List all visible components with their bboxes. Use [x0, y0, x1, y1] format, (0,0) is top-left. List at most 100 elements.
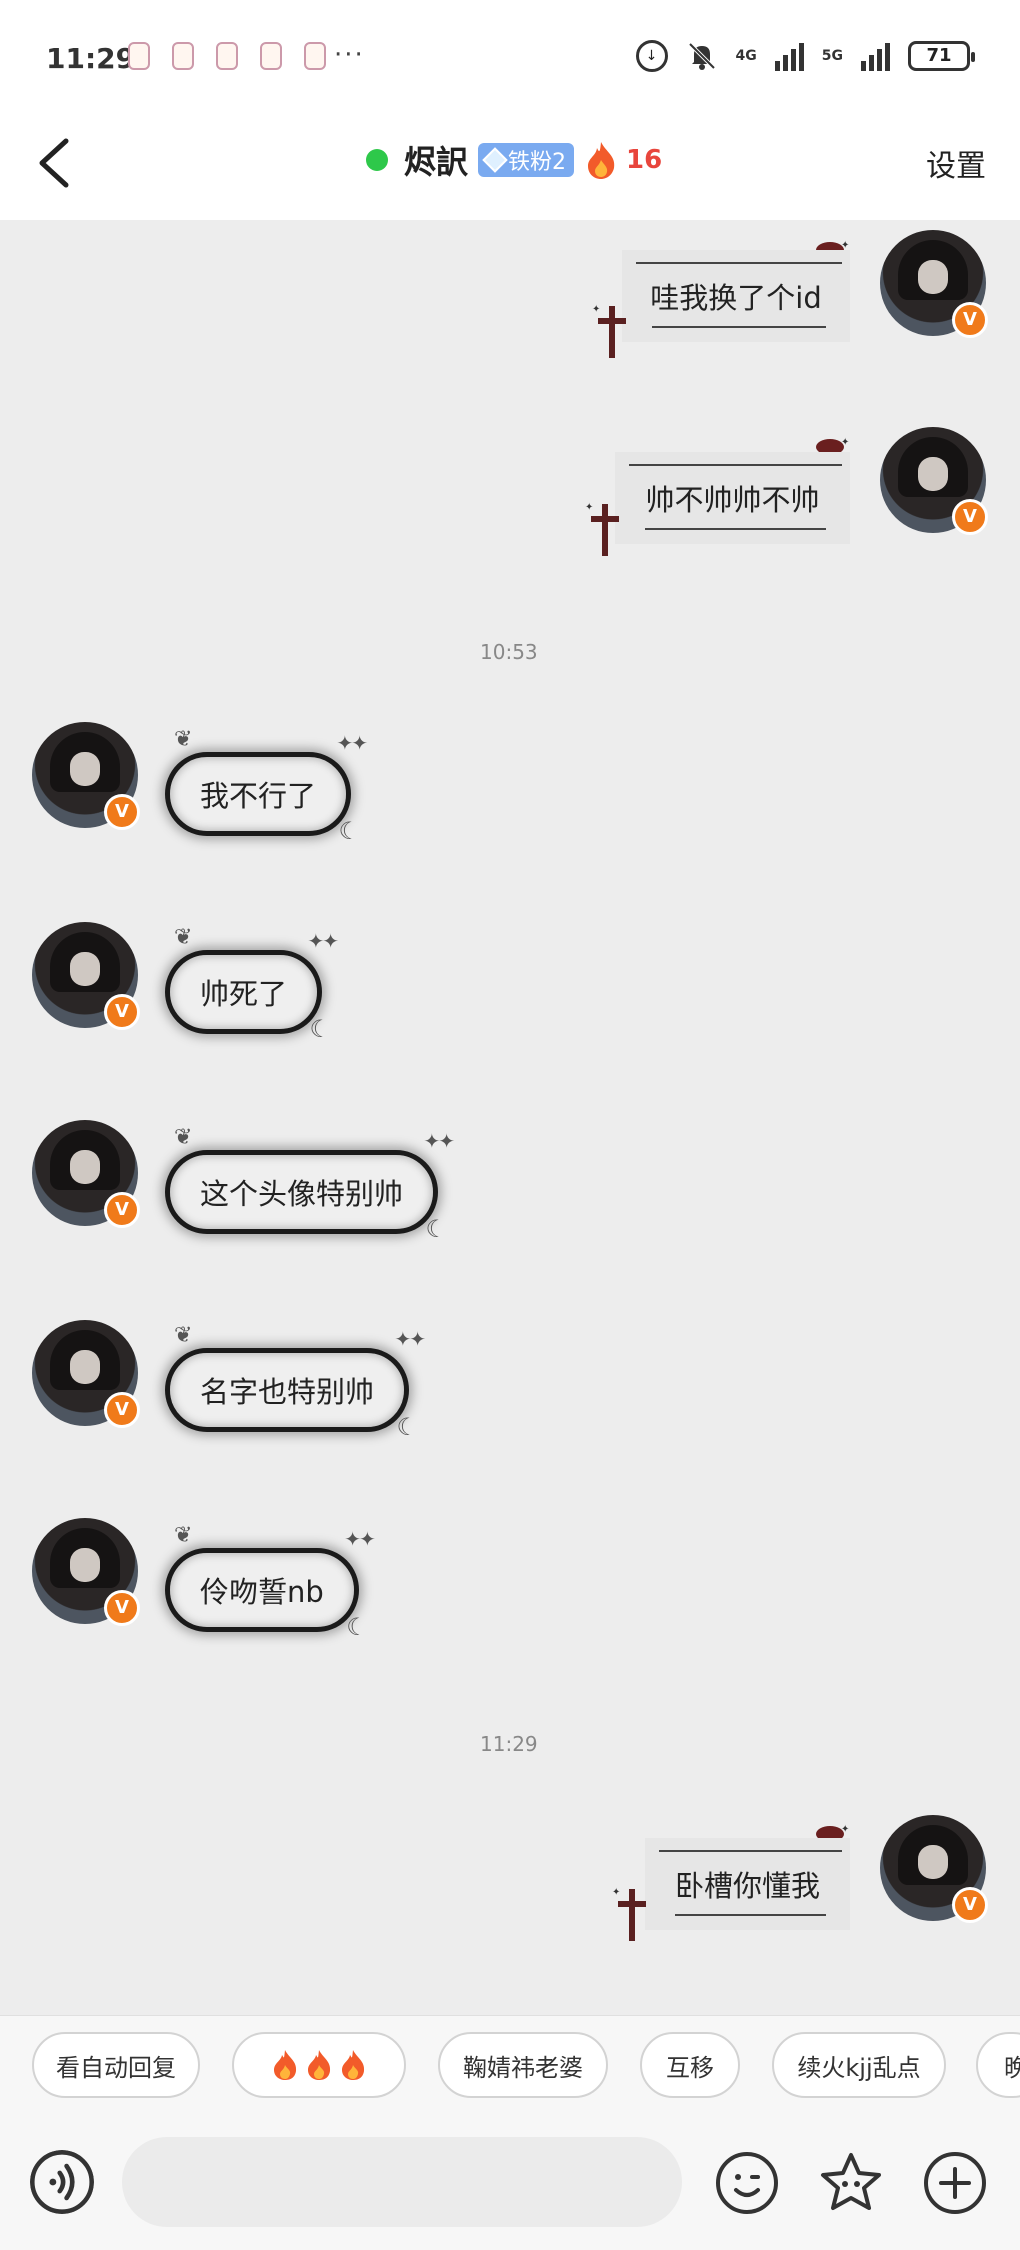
verified-icon: V: [104, 1590, 140, 1626]
emoji-icon[interactable]: [714, 2150, 780, 2216]
message-text: 我不行了: [200, 779, 317, 813]
message-text: 这个头像特别帅: [200, 1177, 404, 1211]
svg-text:✦: ✦: [612, 1887, 620, 1898]
timestamp: 10:53: [480, 640, 538, 664]
fan-level-label: 铁粉2: [508, 150, 567, 175]
svg-text:✦: ✦: [841, 437, 849, 448]
battery-icon: 71: [908, 41, 975, 71]
data-saver-icon: ↓: [635, 40, 668, 72]
back-arrow-icon[interactable]: [30, 133, 90, 193]
message-bubble-incoming[interactable]: ❦ 伶吻誓nb ✦✦ ☾: [165, 1523, 376, 1641]
streak-counter: 16: [584, 140, 662, 180]
quick-reply-bar: 看自动回复 鞠婧祎老婆 互移 续火kjj乱点 晚: [0, 2015, 1020, 2115]
verified-icon: V: [952, 1887, 988, 1923]
chat-title[interactable]: 烬訳 铁粉2 16: [366, 135, 662, 185]
svg-text:✦: ✦: [592, 304, 600, 315]
my-avatar[interactable]: V: [880, 427, 988, 535]
settings-button[interactable]: 设置: [926, 141, 986, 185]
contact-avatar[interactable]: V: [32, 922, 140, 1030]
verified-icon: V: [104, 1192, 140, 1228]
more-notifications-icon: ···: [334, 40, 365, 70]
sparkle-decoration-icon: ✦✦: [336, 731, 368, 755]
contact-avatar[interactable]: V: [32, 722, 140, 830]
verified-icon: V: [104, 794, 140, 830]
sparkle-decoration-icon: ✦✦: [307, 929, 339, 953]
app-notification-icon: [128, 42, 150, 70]
mute-bell-icon: [688, 42, 715, 70]
signal-4g-icon: [774, 41, 804, 71]
fire-count-label: 16: [626, 145, 663, 175]
status-time: 11:29: [46, 42, 136, 75]
cross-decoration-icon: ✦: [592, 304, 626, 358]
voice-input-icon[interactable]: [30, 2150, 94, 2214]
fire-icon: [342, 2050, 365, 2080]
wing-decoration-icon: ❦: [174, 727, 193, 752]
message-bubble-outgoing[interactable]: 卧槽你懂我: [645, 1838, 850, 1930]
sparkle-decoration-icon: ✦✦: [344, 1527, 375, 1551]
fire-icon: [274, 2050, 297, 2080]
app-notification-icon: [216, 42, 238, 70]
contact-avatar[interactable]: V: [32, 1320, 140, 1428]
system-status-icons: ↓ 4G 5G 71: [635, 40, 975, 72]
timestamp: 11:29: [480, 1732, 538, 1756]
cross-decoration-icon: ✦: [585, 502, 619, 556]
input-bar: [0, 2115, 1020, 2250]
quick-reply-chip[interactable]: 晚: [976, 2032, 1020, 2098]
app-notification-icon: [304, 42, 326, 70]
message-text: 哇我换了个id: [650, 281, 822, 315]
message-bubble-outgoing[interactable]: 哇我换了个id: [622, 250, 850, 342]
message-text: 帅不帅帅不帅: [645, 483, 820, 517]
app-notification-icon: [260, 42, 282, 70]
notification-icons: [128, 42, 326, 70]
fan-level-badge: 铁粉2: [478, 143, 575, 177]
my-avatar[interactable]: V: [880, 230, 988, 338]
status-bar: 11:29 ··· ↓ 4G 5G 71: [0, 0, 1020, 115]
message-input[interactable]: [122, 2137, 682, 2227]
sticker-star-icon[interactable]: [818, 2150, 884, 2216]
message-text: 帅死了: [200, 977, 288, 1011]
moon-decoration-icon: ☾: [396, 1413, 419, 1441]
chat-header: 烬訳 铁粉2 16 设置: [0, 115, 1020, 220]
message-bubble-outgoing[interactable]: 帅不帅帅不帅: [615, 452, 850, 544]
moon-decoration-icon: ☾: [346, 1613, 368, 1641]
verified-icon: V: [952, 302, 988, 338]
quick-reply-chip[interactable]: 互移: [640, 2032, 740, 2098]
message-bubble-incoming[interactable]: ❦ 帅死了 ✦✦ ☾: [165, 925, 339, 1043]
fire-icon: [308, 2050, 331, 2080]
sparkle-decoration-icon: ✦✦: [423, 1129, 455, 1153]
message-bubble-incoming[interactable]: ❦ 我不行了 ✦✦ ☾: [165, 727, 368, 845]
app-notification-icon: [172, 42, 194, 70]
moon-decoration-icon: ☾: [425, 1215, 448, 1243]
svg-text:✦: ✦: [841, 1824, 849, 1835]
signal-5g-icon: [861, 41, 890, 71]
verified-icon: V: [104, 1392, 140, 1428]
wing-decoration-icon: ❦: [174, 1523, 193, 1548]
online-status-icon: [366, 149, 388, 171]
message-text: 伶吻誓nb: [200, 1575, 324, 1609]
quick-reply-chip[interactable]: 看自动回复: [32, 2032, 200, 2098]
wing-decoration-icon: ❦: [174, 925, 193, 950]
contact-name: 烬訳: [404, 143, 469, 181]
plus-icon[interactable]: [922, 2150, 988, 2216]
verified-icon: V: [104, 994, 140, 1030]
message-bubble-incoming[interactable]: ❦ 这个头像特别帅 ✦✦ ☾: [165, 1125, 455, 1243]
quick-reply-fire-chip[interactable]: [232, 2032, 406, 2098]
wing-decoration-icon: ❦: [174, 1125, 193, 1150]
network-5g-label: 5G: [821, 48, 843, 64]
fire-icon: [588, 142, 615, 179]
diamond-icon: [482, 147, 508, 173]
contact-avatar[interactable]: V: [32, 1518, 140, 1626]
message-text: 名字也特别帅: [200, 1375, 375, 1409]
wing-decoration-icon: ❦: [174, 1323, 193, 1348]
quick-reply-chip[interactable]: 续火kjj乱点: [772, 2032, 946, 2098]
message-bubble-incoming[interactable]: ❦ 名字也特别帅 ✦✦ ☾: [165, 1323, 426, 1441]
verified-icon: V: [952, 499, 988, 535]
svg-text:✦: ✦: [585, 502, 593, 513]
cross-decoration-icon: ✦: [612, 1887, 646, 1941]
contact-avatar[interactable]: V: [32, 1120, 140, 1228]
sparkle-decoration-icon: ✦✦: [394, 1327, 426, 1351]
message-text: 卧槽你懂我: [674, 1869, 820, 1903]
network-4g-label: 4G: [735, 48, 757, 64]
my-avatar[interactable]: V: [880, 1815, 988, 1923]
quick-reply-chip[interactable]: 鞠婧祎老婆: [438, 2032, 608, 2098]
